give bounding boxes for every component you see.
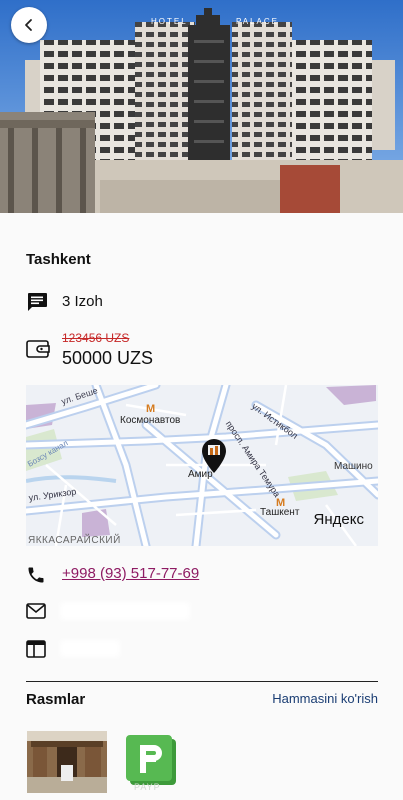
comments-count[interactable]: 3 Izoh [62, 293, 103, 310]
thumbnail-caption: PAYP [134, 782, 161, 792]
hotel-photo: HOTEL PALACE [0, 0, 403, 213]
city-title: Tashkent [26, 251, 91, 268]
map-label-poi: Амир [188, 469, 213, 480]
section-divider [26, 681, 378, 682]
gallery-thumbnail-2[interactable]: PAYP [120, 731, 184, 793]
map-label-district-bottom: ЯККАСАРАЙСКИЙ [28, 535, 121, 546]
hotel-sign-right: PALACE [236, 17, 279, 26]
arrow-back-icon [25, 19, 32, 31]
wallet-icon [26, 340, 50, 358]
current-price: 50000 UZS [62, 348, 154, 368]
comment-icon [28, 293, 47, 311]
phone-link[interactable]: +998 (93) 517-77-69 [62, 565, 199, 582]
phone-icon [28, 567, 44, 583]
map-brand-logo[interactable]: Яндекс [314, 511, 364, 528]
back-button[interactable] [11, 7, 47, 43]
email-value-redacted[interactable] [60, 602, 190, 620]
see-all-link[interactable]: Hammasini ko'rish [272, 691, 378, 706]
map-label-metro-2: Ташкент [260, 507, 300, 518]
web-icon [26, 640, 46, 658]
map-label-metro-1: Космонавтов [120, 415, 181, 426]
hotel-sign-left: HOTEL [151, 17, 188, 26]
gallery-thumbnail-1[interactable] [27, 731, 107, 793]
website-value-redacted[interactable] [60, 640, 120, 657]
location-map[interactable]: M M ул. Беше Космонавтов просп. Амира Те… [26, 385, 378, 546]
old-price: 123456 UZS [62, 331, 130, 345]
map-label-district-right: Машино [334, 461, 373, 472]
details-panel: Tashkent 3 Izoh 123456 UZS 50000 UZS M M… [0, 213, 403, 800]
svg-text:M: M [146, 403, 155, 415]
gallery-title: Rasmlar [26, 691, 86, 708]
mail-icon [26, 603, 46, 619]
